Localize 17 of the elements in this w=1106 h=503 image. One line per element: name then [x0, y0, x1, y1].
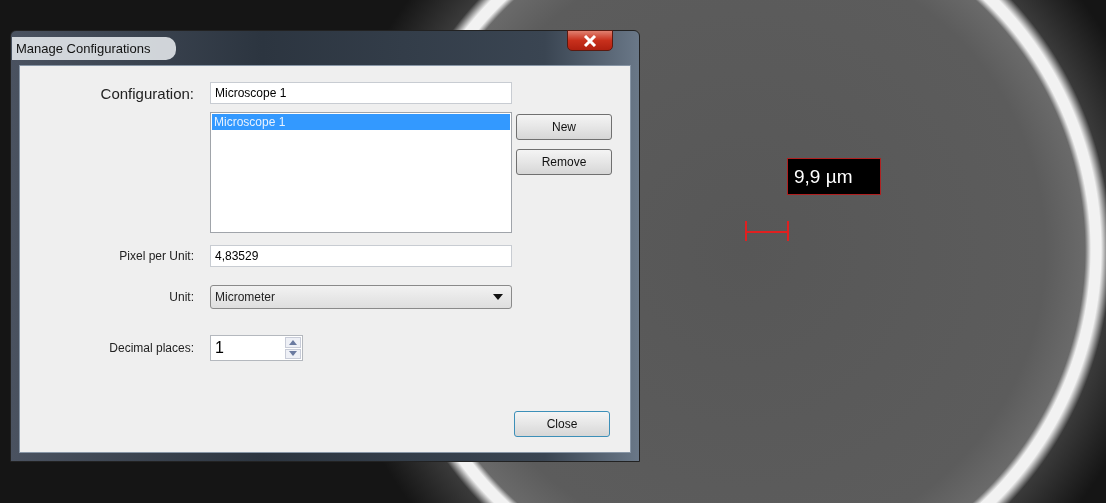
close-button[interactable] [567, 30, 613, 51]
close-icon [583, 34, 597, 47]
action-button[interactable]: Remove [516, 149, 612, 175]
unit-dropdown[interactable]: Micrometer [210, 285, 512, 309]
field-label: Configuration: [99, 84, 194, 102]
pixel-per-unit-field[interactable]: 4,83529 [210, 245, 512, 267]
field-label: Pixel per Unit: [118, 249, 194, 263]
dropdown-value: Micrometer [215, 290, 275, 304]
caret-icon [493, 294, 503, 300]
action-button[interactable]: New [516, 114, 612, 140]
configuration-field[interactable]: Microscope 1 [210, 82, 512, 104]
measurement-bar [744, 220, 790, 242]
close-button[interactable]: Close [514, 411, 610, 437]
window-title: Manage Configurations [12, 36, 177, 60]
measurement-label: 9,9 µm [787, 158, 881, 195]
field-label: Decimal places: [108, 341, 194, 355]
field-label: Unit: [168, 290, 194, 304]
